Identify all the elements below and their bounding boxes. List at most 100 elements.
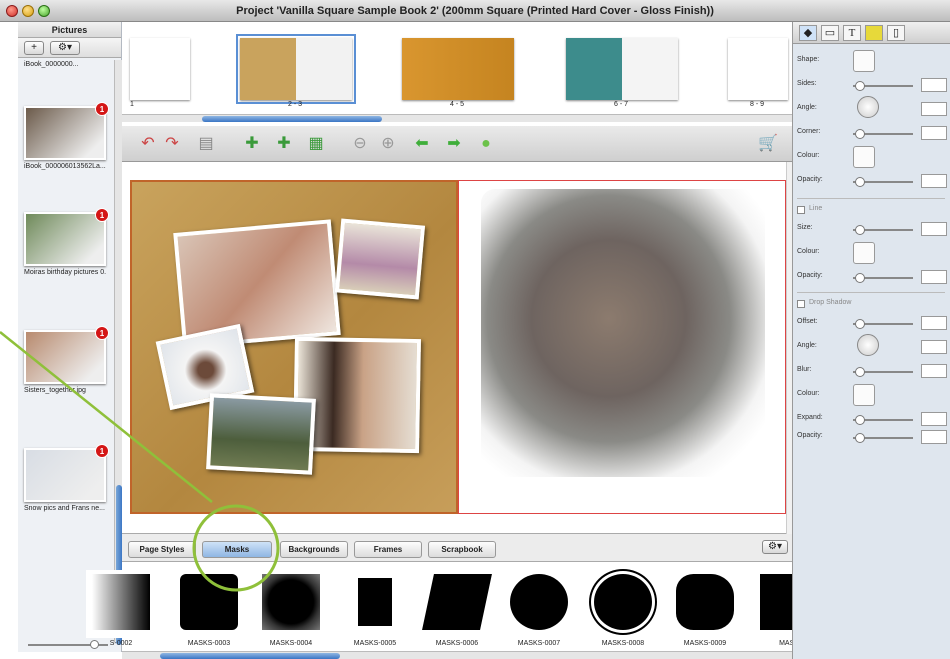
zoom-in-icon[interactable]: ⊕ [378,134,398,154]
pictures-gear-button[interactable]: ⚙▾ [50,41,80,55]
corner-field[interactable] [921,126,947,140]
mask-item[interactable] [86,570,156,638]
picture-list-item[interactable]: 1 iBook_000006013562La... [24,102,109,172]
shadow-checkbox[interactable] [797,300,805,308]
line-colour-swatch[interactable] [853,242,875,264]
mask-item[interactable] [174,570,244,638]
masks-scrollbar[interactable] [122,651,792,659]
shadow-angle-field[interactable] [921,340,947,354]
slider-knob[interactable] [855,319,865,329]
picture-list-item[interactable]: 1 Sisters_together.jpg [24,326,109,396]
shadow-opacity-slider[interactable] [853,433,913,443]
photo-group[interactable] [206,393,316,475]
shadow-opacity-label: Opacity: [797,432,823,439]
add-text-icon[interactable]: ✚ [242,134,262,154]
mask-item[interactable] [504,570,574,638]
line-checkbox[interactable] [797,206,805,214]
spreads-scrollbar[interactable] [122,114,792,122]
line-opacity-field[interactable] [921,270,947,284]
picture-thumbnail[interactable]: 1 [24,444,109,502]
slider-knob[interactable] [855,81,865,91]
slider-knob[interactable] [855,433,865,443]
slider-knob[interactable] [855,177,865,187]
picture-thumbnail[interactable]: 1 [24,208,109,266]
blur-slider[interactable] [853,367,913,377]
spread-label: 4 - 5 [450,101,465,108]
line-opacity-slider[interactable] [853,273,913,283]
mask-item[interactable] [422,570,492,638]
shape-tab-icon[interactable]: ◆ [799,25,817,41]
slider-knob[interactable] [855,225,865,235]
picture-list-item[interactable]: 1 Snow pics and Frans ne... [24,444,109,514]
line-size-slider[interactable] [853,225,913,235]
shadow-colour-swatch[interactable] [853,384,875,406]
sides-field[interactable] [921,78,947,92]
shadow-opacity-field[interactable] [921,430,947,444]
text-tab[interactable]: T [843,25,861,41]
offset-slider[interactable] [853,319,913,329]
forward-arrow-icon[interactable]: ➡ [444,134,464,154]
mask-item[interactable] [588,570,658,638]
shape-picker[interactable] [853,50,875,72]
picture-caption: iBook_000006013562La... [24,163,106,170]
spreads-scroll-thumb[interactable] [202,116,382,122]
spread-thumbnail[interactable] [402,38,514,100]
picture-thumbnail[interactable]: 1 [24,102,109,160]
left-page[interactable] [130,180,458,514]
mask-item[interactable] [340,570,410,638]
trash-icon[interactable]: ▤ [196,134,216,154]
back-arrow-icon[interactable]: ⬅ [412,134,432,154]
photo-two-girls[interactable] [334,218,426,300]
masks-scroll-thumb[interactable] [160,653,340,659]
go-icon[interactable]: ● [476,134,496,154]
spread-thumbnail[interactable] [566,38,678,100]
right-page[interactable] [458,180,786,514]
spread-thumbnail[interactable] [236,34,356,104]
corner-slider[interactable] [853,129,913,139]
mask-preview [262,574,320,630]
colour-swatch[interactable] [853,146,875,168]
blur-field[interactable] [921,364,947,378]
spread-thumbnail[interactable] [130,38,190,100]
truncated-top-item[interactable]: iBook_0000000... [24,60,106,70]
add-picture-icon[interactable]: ✚ [274,134,294,154]
angle-dial[interactable] [857,96,879,118]
redo-icon[interactable]: ↷ [162,134,182,154]
tab-scrapbook[interactable]: Scrapbook [428,541,496,558]
opacity-slider[interactable] [853,177,913,187]
add-picture-button[interactable]: + [24,41,44,55]
tab-page-styles[interactable]: Page Styles [128,541,196,558]
slider-knob[interactable] [855,273,865,283]
shadow-angle-dial[interactable] [857,334,879,356]
slider-knob[interactable] [855,415,865,425]
zoom-out-icon[interactable]: ⊖ [350,134,370,154]
ruler-tab-icon[interactable] [865,25,883,41]
undo-icon[interactable]: ↶ [138,134,158,154]
photo-sisters[interactable] [173,219,341,349]
cart-icon[interactable]: 🛒 [758,134,778,154]
slider-knob[interactable] [855,367,865,377]
tab-masks[interactable]: Masks [202,541,272,558]
slider-knob[interactable] [855,129,865,139]
angle-field[interactable] [921,102,947,116]
mask-item[interactable] [670,570,740,638]
expand-slider[interactable] [853,415,913,425]
library-gear-button[interactable]: ⚙▾ [762,540,788,554]
sides-slider[interactable] [853,81,913,91]
title-bar: Project 'Vanilla Square Sample Book 2' (… [0,0,950,22]
picture-thumbnail[interactable]: 1 [24,326,109,384]
line-size-field[interactable] [921,222,947,236]
tab-backgrounds[interactable]: Backgrounds [280,541,348,558]
opacity-field[interactable] [921,174,947,188]
mask-item[interactable] [256,570,326,638]
expand-field[interactable] [921,412,947,426]
spread-thumbnail[interactable] [728,38,788,100]
page-tab-icon[interactable]: ▯ [887,25,905,41]
frame-tab-icon[interactable]: ▭ [821,25,839,41]
picture-list-item[interactable]: 1 Moiras birthday pictures 0... [24,208,109,278]
photo-boy-guitar[interactable] [481,189,765,477]
tab-frames[interactable]: Frames [354,541,422,558]
offset-field[interactable] [921,316,947,330]
add-page-icon[interactable]: ▦ [306,134,326,154]
pictures-scrollbar[interactable] [114,60,122,645]
